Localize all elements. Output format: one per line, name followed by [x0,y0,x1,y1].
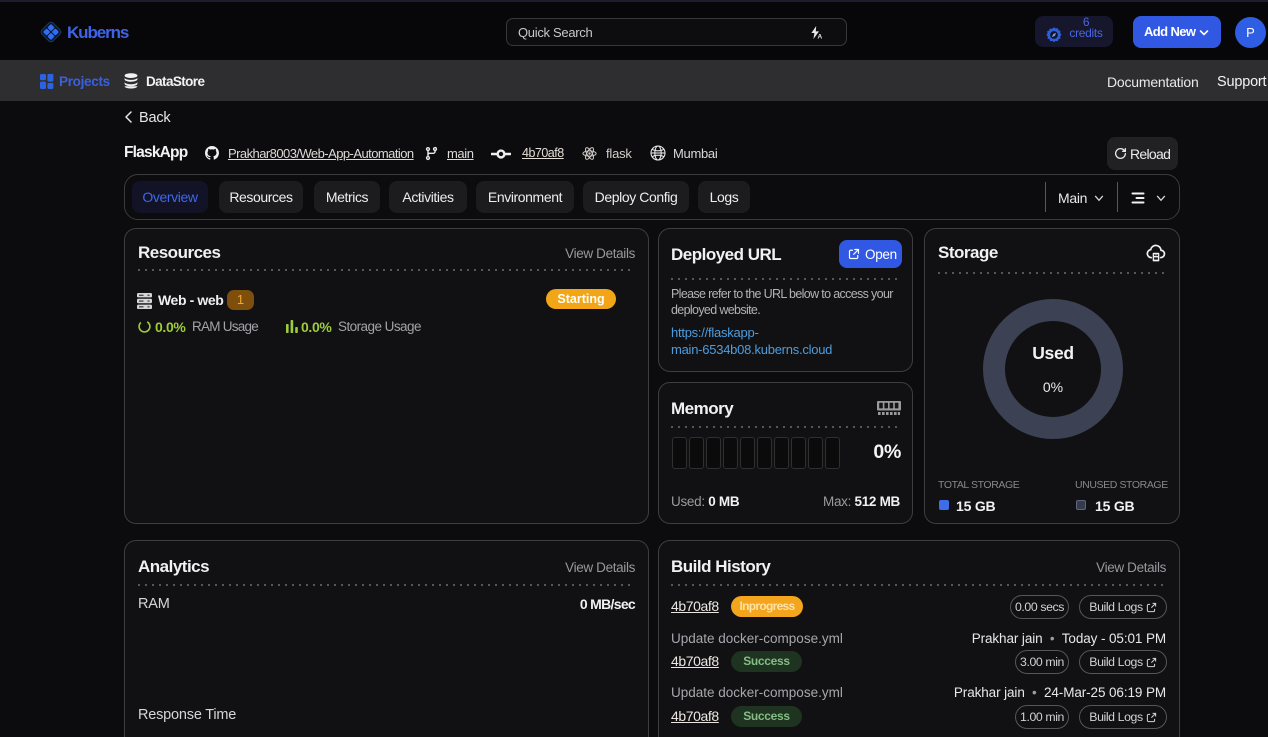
svg-text:A: A [818,34,823,41]
